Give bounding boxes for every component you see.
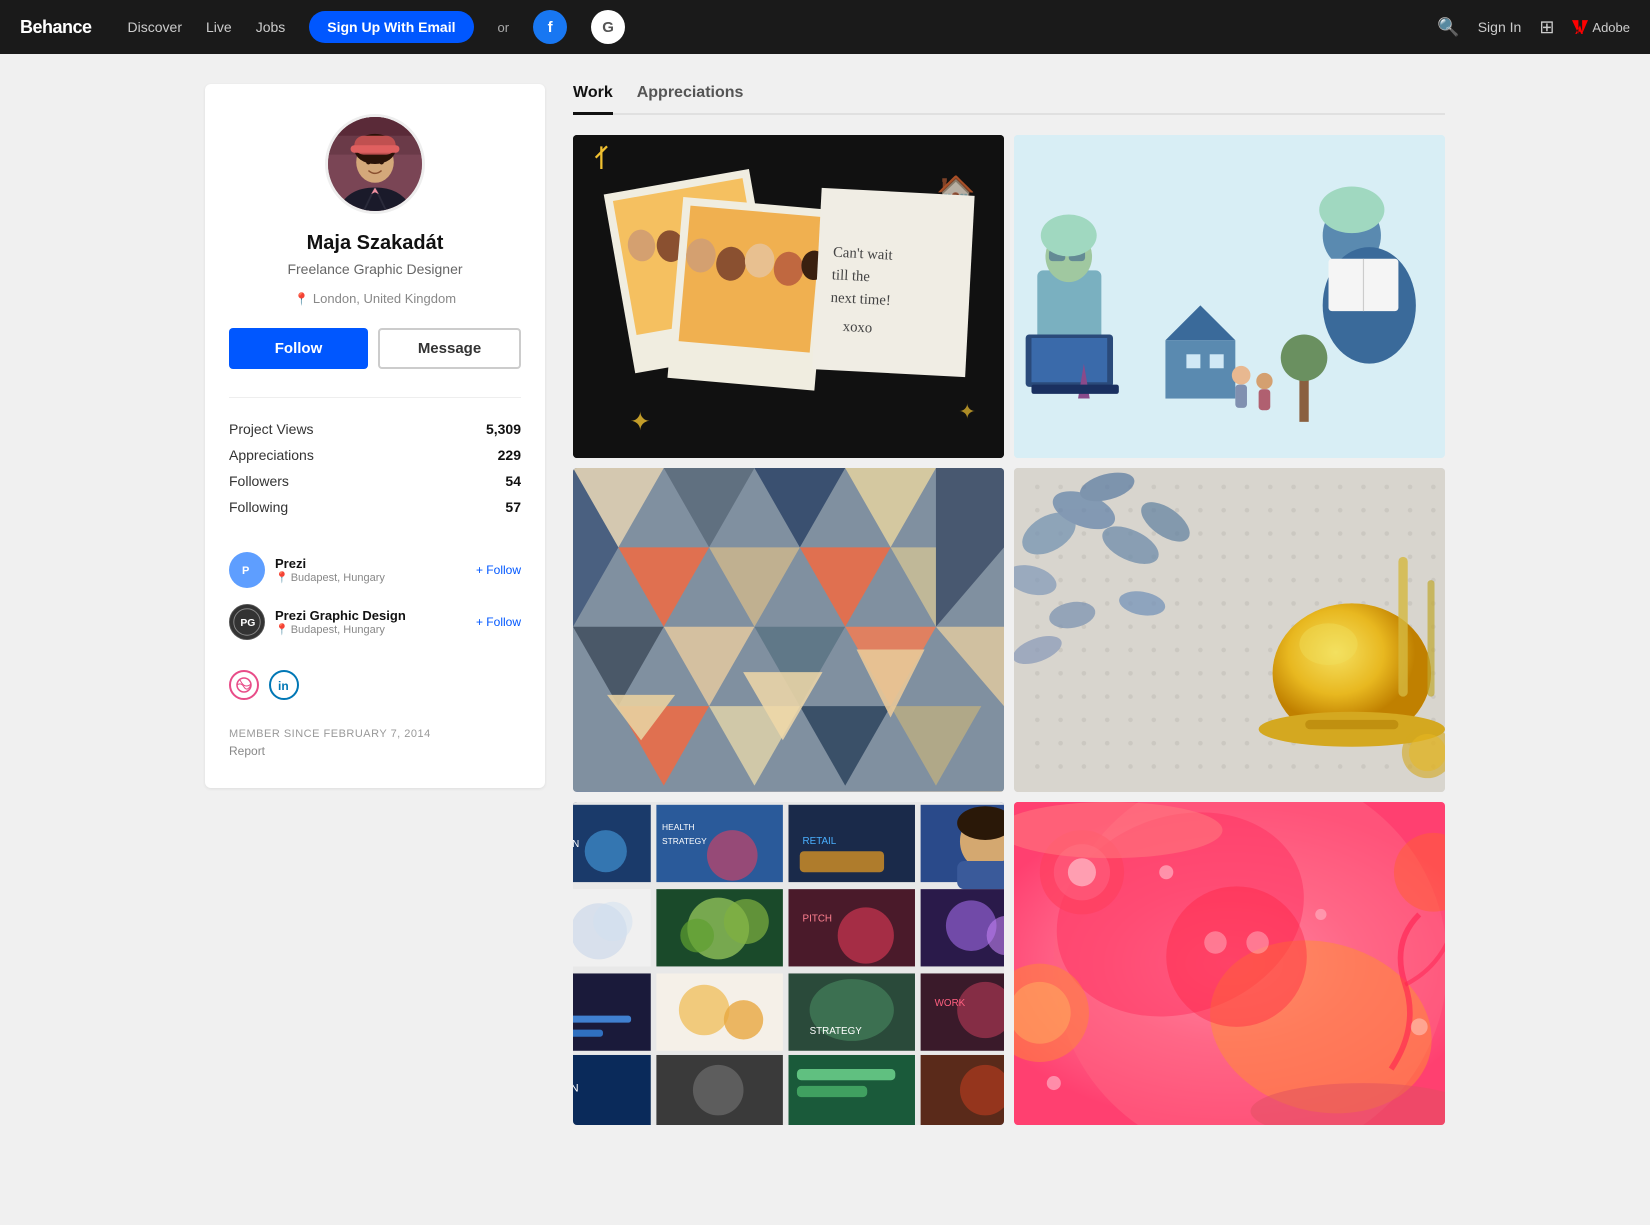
- svg-text:xoxo: xoxo: [842, 319, 872, 337]
- stat-project-views: Project Views 5,309: [229, 416, 521, 442]
- location-text: London, United Kingdom: [313, 291, 456, 306]
- svg-text:✦: ✦: [959, 402, 976, 424]
- svg-text:PITCH: PITCH: [803, 913, 833, 924]
- prezi-logo: P: [229, 552, 265, 588]
- nav-link-live[interactable]: Live: [206, 19, 232, 35]
- tab-work[interactable]: Work: [573, 84, 613, 115]
- svg-text:WORK: WORK: [935, 997, 966, 1008]
- nav-logo[interactable]: Behance: [20, 17, 92, 38]
- svg-text:✦: ✦: [630, 408, 651, 436]
- top-nav: Behance Discover Live Jobs Sign Up With …: [0, 0, 1650, 54]
- svg-text:DESIGN: DESIGN: [573, 1082, 579, 1094]
- or-text: or: [498, 20, 510, 35]
- location-pin-icon: 📍: [275, 623, 289, 636]
- follow-name[interactable]: Prezi Graphic Design: [275, 608, 466, 623]
- follows-section: P Prezi 📍 Budapest, Hungary + Follow: [229, 544, 521, 648]
- stat-label: Following: [229, 499, 288, 515]
- content-tabs: Work Appreciations: [573, 84, 1445, 115]
- profile-name: Maja Szakadát: [229, 232, 521, 255]
- stat-label: Appreciations: [229, 447, 314, 463]
- profile-location: 📍 London, United Kingdom: [229, 291, 521, 306]
- nav-links: Discover Live Jobs: [128, 19, 286, 35]
- follow-item-prezi: P Prezi 📍 Budapest, Hungary + Follow: [229, 544, 521, 596]
- gallery-item-hardhat[interactable]: [1014, 468, 1445, 791]
- profile-title: Freelance Graphic Designer: [229, 261, 521, 277]
- social-links: in: [229, 670, 521, 700]
- location-pin-icon: 📍: [275, 571, 289, 584]
- svg-text:next time!: next time!: [830, 290, 891, 309]
- svg-text:STRATEGY: STRATEGY: [810, 1025, 863, 1036]
- profile-sidebar: Maja Szakadát Freelance Graphic Designer…: [205, 84, 545, 788]
- svg-text:HEALTH: HEALTH: [662, 822, 695, 832]
- nav-link-discover[interactable]: Discover: [128, 19, 182, 35]
- stat-following: Following 57: [229, 494, 521, 520]
- stat-value: 54: [505, 473, 521, 489]
- stat-label: Project Views: [229, 421, 314, 437]
- follow-item-prezi-graphic: PG Prezi Graphic Design 📍 Budapest, Hung…: [229, 596, 521, 648]
- gallery-item-illustration[interactable]: [1014, 135, 1445, 458]
- follow-name[interactable]: Prezi: [275, 556, 466, 571]
- stat-appreciations: Appreciations 229: [229, 442, 521, 468]
- follow-prezi-info: Prezi 📍 Budapest, Hungary: [275, 556, 466, 584]
- svg-text:PG: PG: [240, 618, 255, 629]
- prezi-graphic-logo: PG: [229, 604, 265, 640]
- facebook-signin-button[interactable]: f: [533, 10, 567, 44]
- message-button[interactable]: Message: [378, 328, 521, 369]
- google-signin-button[interactable]: G: [591, 10, 625, 44]
- gallery-item-presentations[interactable]: IGNITION HEALTH STRATEGY RETAIL: [573, 802, 1004, 1125]
- signin-link[interactable]: Sign In: [1478, 19, 1522, 35]
- svg-text:IGNITION: IGNITION: [573, 838, 579, 849]
- dribbble-link[interactable]: [229, 670, 259, 700]
- svg-text:till the: till the: [831, 267, 870, 285]
- stat-followers: Followers 54: [229, 468, 521, 494]
- nav-right: 🔍 Sign In ⊞ Adobe: [1437, 17, 1630, 38]
- svg-text:in: in: [278, 679, 289, 692]
- follow-prezi-graphic-info: Prezi Graphic Design 📍 Budapest, Hungary: [275, 608, 466, 636]
- follow-button[interactable]: Follow: [229, 328, 368, 369]
- stat-value: 57: [505, 499, 521, 515]
- gallery-item-abstract[interactable]: [1014, 802, 1445, 1125]
- svg-text:P: P: [242, 565, 249, 577]
- tab-appreciations[interactable]: Appreciations: [637, 84, 744, 115]
- adobe-text: Adobe: [1592, 20, 1630, 35]
- report-link[interactable]: Report: [229, 744, 521, 758]
- follow-prezi-graphic-button[interactable]: + Follow: [476, 615, 521, 629]
- nav-link-jobs[interactable]: Jobs: [256, 19, 286, 35]
- follow-loc: 📍 Budapest, Hungary: [275, 571, 466, 584]
- svg-text:Can't wait: Can't wait: [833, 245, 893, 264]
- stat-label: Followers: [229, 473, 289, 489]
- adobe-logo: Adobe: [1572, 19, 1630, 35]
- projects-gallery: 🏠 ✦ ✦: [573, 135, 1445, 1125]
- stats-section: Project Views 5,309 Appreciations 229 Fo…: [229, 397, 521, 520]
- avatar-wrap: [229, 114, 521, 214]
- main-content: Work Appreciations 🏠 ✦ ✦: [545, 84, 1445, 1125]
- svg-text:RETAIL: RETAIL: [803, 836, 837, 847]
- member-since: MEMBER SINCE FEBRUARY 7, 2014: [229, 728, 521, 740]
- apps-icon[interactable]: ⊞: [1539, 17, 1554, 38]
- follow-prezi-button[interactable]: + Follow: [476, 563, 521, 577]
- action-buttons: Follow Message: [229, 328, 521, 369]
- page-content: Maja Szakadát Freelance Graphic Designer…: [175, 54, 1475, 1155]
- follow-loc: 📍 Budapest, Hungary: [275, 623, 466, 636]
- location-icon: 📍: [294, 292, 309, 306]
- gallery-item-polaroids[interactable]: 🏠 ✦ ✦: [573, 135, 1004, 458]
- avatar: [325, 114, 425, 214]
- gallery-item-triangles[interactable]: [573, 468, 1004, 791]
- signup-button[interactable]: Sign Up With Email: [309, 11, 473, 43]
- stat-value: 229: [498, 447, 521, 463]
- linkedin-link[interactable]: in: [269, 670, 299, 700]
- search-icon[interactable]: 🔍: [1437, 17, 1459, 38]
- stat-value: 5,309: [486, 421, 521, 437]
- svg-text:STRATEGY: STRATEGY: [662, 836, 707, 846]
